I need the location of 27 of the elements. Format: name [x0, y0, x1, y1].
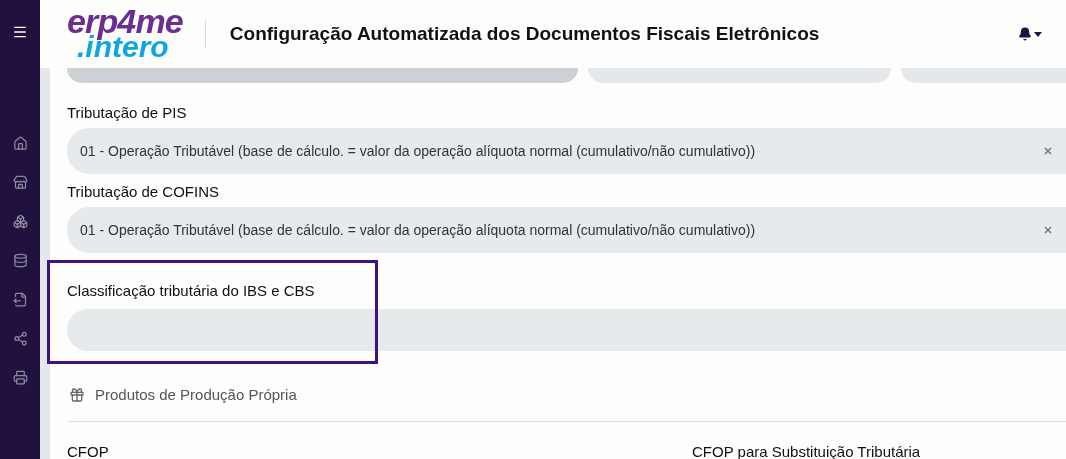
- boxes-icon[interactable]: [12, 214, 28, 229]
- field-label: Tributação de PIS: [67, 103, 188, 121]
- select-field[interactable]: [67, 309, 1066, 351]
- store-icon[interactable]: [12, 175, 28, 190]
- section-title: Produtos de Produção Própria: [95, 384, 297, 405]
- logo: erp4me .intero: [67, 8, 183, 60]
- network-icon[interactable]: [12, 331, 28, 346]
- menu-icon[interactable]: [12, 24, 28, 40]
- select-field[interactable]: 01 - Operação Tributável (base de cálculo. = valor da operação alíquota normal (cumulativo/não cumulativo)): [67, 128, 1066, 174]
- input-field[interactable]: [67, 68, 578, 83]
- clear-icon[interactable]: [1044, 147, 1052, 155]
- notifications-button[interactable]: [1018, 27, 1042, 41]
- home-icon[interactable]: [12, 136, 28, 151]
- gift-icon: [67, 387, 87, 403]
- page-title: Configuração Automatizada dos Documentos Fiscais Eletrônicos: [229, 21, 821, 46]
- coins-icon[interactable]: [12, 253, 28, 268]
- file-export-icon[interactable]: [12, 292, 28, 307]
- input-field[interactable]: [901, 68, 1066, 83]
- bell-icon: [1018, 27, 1032, 41]
- clear-icon[interactable]: [1044, 226, 1052, 234]
- select-field[interactable]: 01 - Operação Tributável (base de cálculo. = valor da operação alíquota normal (cumulativo/não cumulativo)): [67, 207, 1066, 253]
- caret-icon: [1034, 31, 1042, 37]
- field-label: CFOP: [67, 442, 110, 459]
- field-label: Tributação de COFINS: [67, 182, 220, 200]
- field-label: Classificação tributária do IBS e CBS: [67, 281, 316, 299]
- input-field[interactable]: [588, 68, 891, 83]
- printer-icon[interactable]: [12, 370, 28, 385]
